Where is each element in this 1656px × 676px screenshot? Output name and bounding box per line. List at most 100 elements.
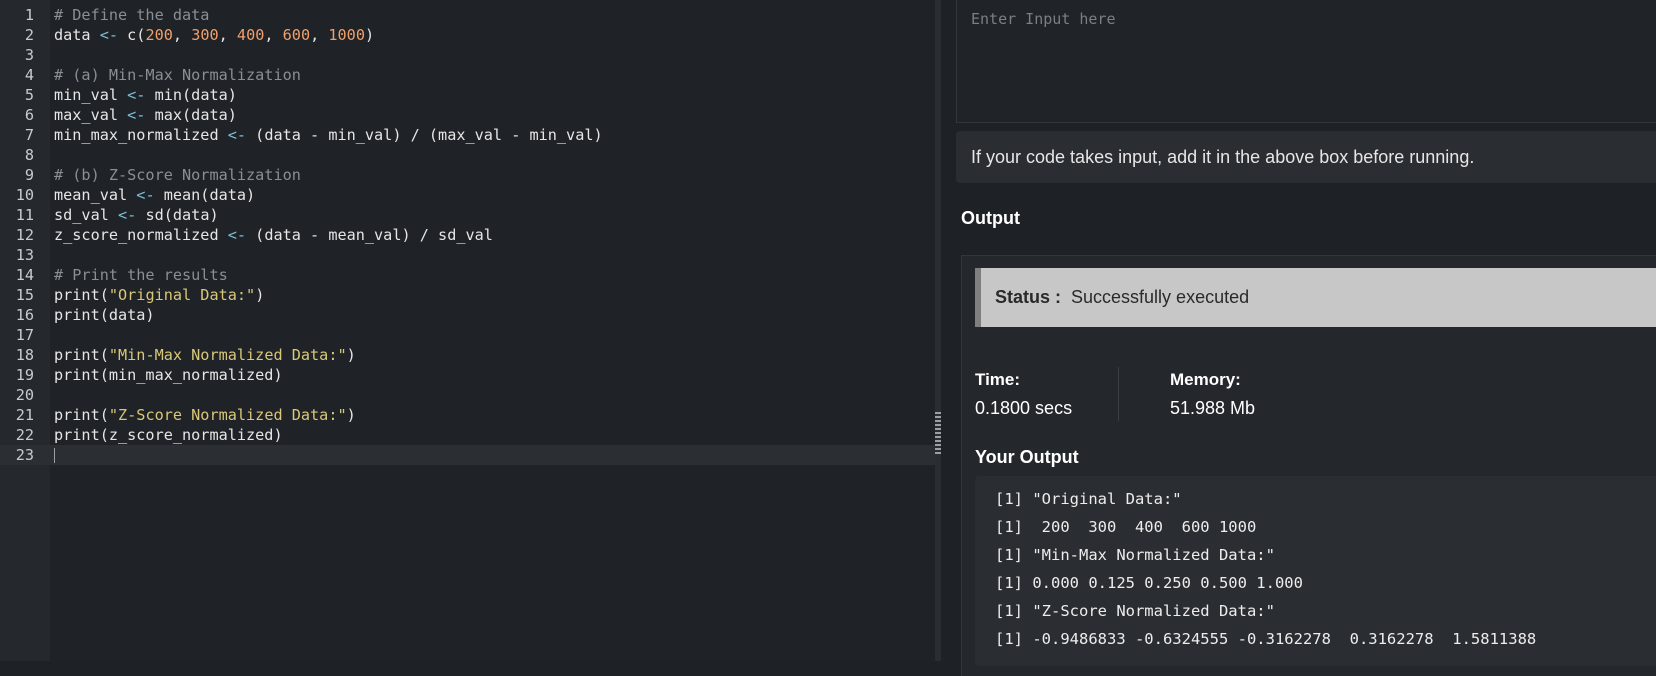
code-editor[interactable]: 1 # Define the data 2 data <- c(200, 300, 4…	[0, 0, 935, 661]
code-line[interactable]: 18 print("Min-Max Normalized Data:")	[0, 345, 935, 365]
code-token: print(	[54, 346, 109, 364]
code-line[interactable]: 12 z_score_normalized <- (data - mean_val…	[0, 225, 935, 245]
line-content[interactable]: print("Z-Score Normalized Data:")	[54, 405, 356, 425]
output-heading: Output	[961, 208, 1020, 228]
code-line[interactable]: 14 # Print the results	[0, 265, 935, 285]
output-line: [1] -0.9486833 -0.6324555 -0.3162278 0.3…	[995, 630, 1537, 648]
line-number: 16	[15, 306, 34, 324]
code-line[interactable]: 16 print(data)	[0, 305, 935, 325]
code-token: "Min-Max Normalized Data:"	[108, 346, 347, 364]
code-token: print(data)	[54, 306, 155, 324]
line-number: 14	[15, 266, 34, 284]
code-token: print(	[54, 406, 109, 424]
line-number: 2	[24, 26, 34, 44]
code-token: ,	[218, 26, 237, 44]
line-content[interactable]: min_val <- min(data)	[54, 85, 237, 105]
code-token: 300	[191, 26, 219, 44]
code-area[interactable]: 1 # Define the data 2 data <- c(200, 300, 4…	[0, 5, 935, 465]
output-line: [1] "Min-Max Normalized Data:"	[995, 546, 1275, 564]
code-line[interactable]: 1 # Define the data	[0, 5, 935, 25]
code-line[interactable]: 22 print(z_score_normalized)	[0, 425, 935, 445]
code-token: <-	[127, 106, 146, 124]
code-line[interactable]: 3	[0, 45, 935, 65]
code-token: ,	[264, 26, 283, 44]
program-output: [1] "Original Data:" [1] 200 300 400 600…	[975, 476, 1656, 666]
code-line[interactable]: 9 # (b) Z-Score Normalization	[0, 165, 935, 185]
line-content[interactable]: # Print the results	[54, 265, 228, 285]
code-token: ,	[172, 26, 192, 44]
code-line[interactable]: 19 print(min_max_normalized)	[0, 365, 935, 385]
code-line[interactable]: 10 mean_val <- mean(data)	[0, 185, 935, 205]
code-line[interactable]: 6 max_val <- max(data)	[0, 105, 935, 125]
code-token: # (a) Min-Max Normalization	[54, 66, 301, 84]
code-token: max(data)	[145, 106, 237, 124]
code-line[interactable]: 13	[0, 245, 935, 265]
code-token: mean(data)	[154, 186, 256, 204]
line-content[interactable]: print("Original Data:")	[54, 285, 264, 305]
code-token: )	[364, 26, 375, 44]
memory-label: Memory:	[1170, 370, 1241, 389]
stdin-box[interactable]	[956, 0, 1656, 123]
line-number: 7	[24, 126, 34, 144]
code-token: )	[346, 346, 356, 364]
line-content[interactable]: print(z_score_normalized)	[54, 425, 283, 445]
code-line[interactable]: 5 min_val <- min(data)	[0, 85, 935, 105]
line-content[interactable]: print("Min-Max Normalized Data:")	[54, 345, 356, 365]
code-line[interactable]: 4 # (a) Min-Max Normalization	[0, 65, 935, 85]
code-line[interactable]: 23	[0, 445, 935, 465]
line-content[interactable]: # Define the data	[54, 5, 209, 25]
code-token: data	[54, 26, 100, 44]
output-line: [1] 200 300 400 600 1000	[995, 518, 1257, 536]
output-line: [1] "Original Data:"	[995, 490, 1182, 508]
code-token: print(min_max_normalized)	[54, 366, 283, 384]
code-token: <-	[227, 126, 247, 144]
your-output-heading: Your Output	[975, 447, 1079, 467]
code-line[interactable]: 15 print("Original Data:")	[0, 285, 935, 305]
code-token: # (b) Z-Score Normalization	[54, 166, 301, 184]
code-token: min(data)	[145, 86, 237, 104]
line-content[interactable]: min_max_normalized <- (data - min_val) /…	[54, 125, 603, 145]
line-number: 15	[15, 286, 34, 304]
code-line[interactable]: 8	[0, 145, 935, 165]
metric-divider	[1118, 367, 1119, 421]
line-content[interactable]: mean_val <- mean(data)	[54, 185, 255, 205]
line-number: 18	[15, 346, 34, 364]
memory-value: 51.988 Mb	[1170, 398, 1256, 418]
code-line[interactable]: 7 min_max_normalized <- (data - min_val) …	[0, 125, 935, 145]
line-number: 19	[15, 366, 34, 384]
line-number: 9	[24, 166, 34, 184]
code-token: mean_val	[54, 186, 137, 204]
code-line[interactable]: 2 data <- c(200, 300, 400, 600, 1000)	[0, 25, 935, 45]
code-token: "Z-Score Normalized Data:"	[108, 406, 347, 424]
code-line[interactable]: 11 sd_val <- sd(data)	[0, 205, 935, 225]
status-value: Successfully executed	[1071, 287, 1250, 307]
code-line[interactable]: 21 print("Z-Score Normalized Data:")	[0, 405, 935, 425]
code-token: "Original Data:"	[108, 286, 256, 304]
line-content[interactable]: # (b) Z-Score Normalization	[54, 165, 301, 185]
code-token: <-	[227, 226, 247, 244]
line-content[interactable]: max_val <- max(data)	[54, 105, 237, 125]
stdin-input[interactable]	[957, 0, 1656, 122]
code-token: print(z_score_normalized)	[54, 426, 283, 444]
code-token: # Print the results	[54, 266, 228, 284]
line-number: 21	[15, 406, 34, 424]
line-number: 13	[15, 246, 34, 264]
line-content[interactable]: sd_val <- sd(data)	[54, 205, 219, 225]
line-content[interactable]: data <- c(200, 300, 400, 600, 1000)	[54, 25, 374, 45]
line-content[interactable]: z_score_normalized <- (data - mean_val) …	[54, 225, 493, 245]
code-token: <-	[136, 186, 155, 204]
line-number: 10	[15, 186, 34, 204]
input-hint: If your code takes input, add it in the …	[956, 131, 1656, 183]
line-content[interactable]: print(min_max_normalized)	[54, 365, 283, 385]
line-number: 23	[15, 446, 34, 464]
line-content[interactable]: # (a) Min-Max Normalization	[54, 65, 301, 85]
code-token: 600	[282, 26, 311, 44]
line-number: 8	[24, 146, 34, 164]
code-line[interactable]: 20	[0, 385, 935, 405]
line-content[interactable]: print(data)	[54, 305, 155, 325]
code-line[interactable]: 17	[0, 325, 935, 345]
code-token: )	[346, 406, 356, 424]
code-token: print(	[54, 286, 109, 304]
time-value: 0.1800 secs	[975, 398, 1073, 418]
status-bar: Status : Successfully executed	[975, 268, 1656, 327]
